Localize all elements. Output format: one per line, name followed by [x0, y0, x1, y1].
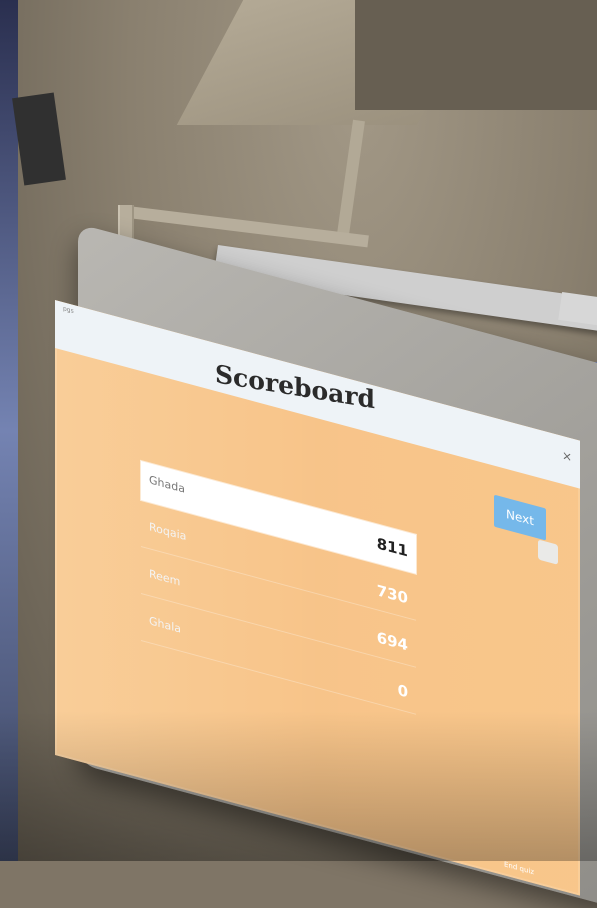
- player-name: Roqaia: [149, 520, 187, 544]
- player-score: 730: [376, 581, 408, 608]
- player-name: Ghala: [149, 614, 182, 636]
- player-name: Reem: [149, 567, 181, 589]
- player-score: 0: [397, 680, 408, 702]
- ceiling-shadow: [355, 0, 597, 110]
- player-score: 694: [376, 628, 408, 655]
- player-score: 811: [376, 534, 408, 561]
- player-name: Ghada: [149, 473, 185, 496]
- close-icon[interactable]: ×: [562, 448, 572, 465]
- room-shadow: [0, 711, 597, 861]
- window-label: pgs: [63, 305, 74, 316]
